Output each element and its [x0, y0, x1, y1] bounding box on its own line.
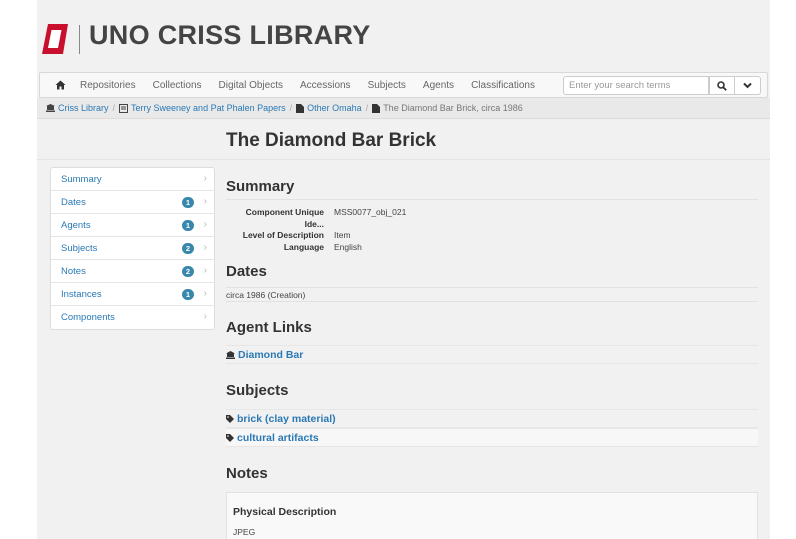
sidebar-item-label: Components: [61, 312, 115, 323]
sidebar-item-agents[interactable]: Agents 1 ›: [51, 214, 214, 237]
agent-link-row[interactable]: Diamond Bar: [226, 345, 758, 364]
dates-heading: Dates: [226, 263, 267, 280]
breadcrumb-label: The Diamond Bar Brick, circa 1986: [383, 103, 523, 113]
home-icon: [55, 80, 65, 90]
breadcrumb-item-repository[interactable]: Criss Library: [46, 103, 109, 113]
building-icon: [226, 350, 235, 359]
record-content: Summary Component Unique Ide... MSS0077_…: [226, 160, 758, 539]
sidebar-item-subjects[interactable]: Subjects 2 ›: [51, 237, 214, 260]
chevron-right-icon: ›: [203, 242, 207, 253]
chevron-right-icon: ›: [203, 219, 207, 230]
sidebar-item-label: Dates: [61, 196, 86, 208]
divider: [226, 287, 758, 288]
count-badge: 1: [182, 197, 194, 208]
chevron-right-icon: ›: [203, 265, 207, 276]
uno-logo-icon[interactable]: [39, 22, 71, 56]
sidebar-nav: Summary › Dates 1 › Agents 1 › Subjects …: [50, 167, 215, 330]
breadcrumb-separator: /: [289, 103, 293, 113]
subject-row[interactable]: cultural artifacts: [226, 428, 758, 447]
chevron-down-icon: [743, 82, 752, 89]
sidebar-item-dates[interactable]: Dates 1 ›: [51, 191, 214, 214]
count-badge: 2: [182, 266, 194, 277]
home-button[interactable]: [40, 73, 80, 97]
site-title[interactable]: UNO CRISS LIBRARY: [89, 20, 371, 51]
chevron-right-icon: ›: [203, 196, 207, 207]
summary-table: Component Unique Ide... MSS0077_obj_021 …: [226, 207, 407, 254]
nav-subjects[interactable]: Subjects: [368, 80, 406, 91]
divider: [226, 301, 758, 302]
search-input[interactable]: [563, 76, 709, 95]
nav-repositories[interactable]: Repositories: [80, 80, 136, 91]
count-badge: 1: [182, 220, 194, 231]
breadcrumb-item-series[interactable]: Other Omaha: [296, 103, 362, 113]
sidebar-item-summary[interactable]: Summary ›: [51, 168, 214, 191]
date-value: circa 1986 (Creation): [226, 290, 306, 300]
note-value: JPEG: [233, 527, 256, 537]
summary-value: MSS0077_obj_021: [334, 207, 407, 217]
tag-icon: [226, 414, 234, 423]
chevron-right-icon: ›: [203, 173, 207, 184]
page: UNO CRISS LIBRARY Repositories Collectio…: [37, 0, 770, 539]
sidebar-item-notes[interactable]: Notes 2 ›: [51, 260, 214, 283]
sidebar-item-label: Notes: [61, 265, 86, 277]
archive-box-icon: [119, 103, 129, 113]
breadcrumb: Criss Library / Terry Sweeney and Pat Ph…: [37, 98, 770, 119]
subject-row[interactable]: brick (clay material): [226, 409, 758, 428]
file-icon: [296, 103, 305, 113]
page-title: The Diamond Bar Brick: [226, 130, 437, 151]
summary-value: Item: [334, 230, 351, 240]
sidebar-item-label: Summary: [61, 173, 102, 185]
nav-digital-objects[interactable]: Digital Objects: [219, 80, 283, 91]
search-icon: [717, 80, 727, 91]
nav-collections[interactable]: Collections: [153, 80, 202, 91]
agent-links-heading: Agent Links: [226, 319, 312, 336]
nav-agents[interactable]: Agents: [423, 80, 454, 91]
summary-value: English: [334, 241, 362, 252]
sidebar-item-label: Subjects: [61, 242, 98, 254]
count-badge: 1: [182, 289, 194, 300]
subjects-heading: Subjects: [226, 382, 289, 399]
chevron-right-icon: ›: [203, 311, 207, 322]
divider: [226, 199, 758, 200]
tag-icon: [226, 433, 234, 442]
title-row: The Diamond Bar Brick: [37, 119, 770, 160]
summary-key: Level of Description: [242, 230, 324, 240]
library-icon: [46, 104, 55, 112]
chevron-right-icon: ›: [203, 288, 207, 299]
breadcrumb-label: Other Omaha: [307, 103, 362, 113]
breadcrumb-separator: /: [112, 103, 116, 113]
breadcrumb-current: The Diamond Bar Brick, circa 1986: [372, 103, 523, 113]
nav-classifications[interactable]: Classifications: [471, 80, 535, 91]
file-icon: [372, 103, 381, 113]
summary-key: Language: [283, 241, 324, 252]
subject-link[interactable]: cultural artifacts: [237, 432, 319, 444]
breadcrumb-separator: /: [365, 103, 369, 113]
sidebar-item-label: Agents: [61, 219, 91, 231]
notes-heading: Notes: [226, 465, 268, 482]
nav-accessions[interactable]: Accessions: [300, 80, 351, 91]
summary-row: Language English: [226, 242, 406, 254]
breadcrumb-label: Terry Sweeney and Pat Phalen Papers: [131, 103, 286, 113]
search-options-button[interactable]: [735, 76, 761, 95]
breadcrumb-item-collection[interactable]: Terry Sweeney and Pat Phalen Papers: [119, 103, 286, 113]
agent-link[interactable]: Diamond Bar: [238, 349, 303, 361]
sidebar-item-components[interactable]: Components ›: [51, 306, 214, 329]
subject-link[interactable]: brick (clay material): [237, 413, 336, 425]
breadcrumb-label: Criss Library: [58, 103, 109, 113]
sidebar-item-label: Instances: [61, 288, 102, 300]
sidebar-item-instances[interactable]: Instances 1 ›: [51, 283, 214, 306]
search-button[interactable]: [709, 76, 735, 95]
count-badge: 2: [182, 243, 194, 254]
logo-divider: [79, 25, 80, 54]
summary-row: Component Unique Ide... MSS0077_obj_021: [226, 207, 407, 230]
summary-key: Component Unique Ide...: [245, 207, 324, 229]
main-navbar: Repositories Collections Digital Objects…: [39, 72, 768, 98]
summary-row: Level of Description Item: [226, 230, 406, 242]
note-title: Physical Description: [233, 506, 337, 518]
note-physical-description: Physical Description JPEG: [226, 492, 758, 539]
summary-heading: Summary: [226, 178, 295, 195]
